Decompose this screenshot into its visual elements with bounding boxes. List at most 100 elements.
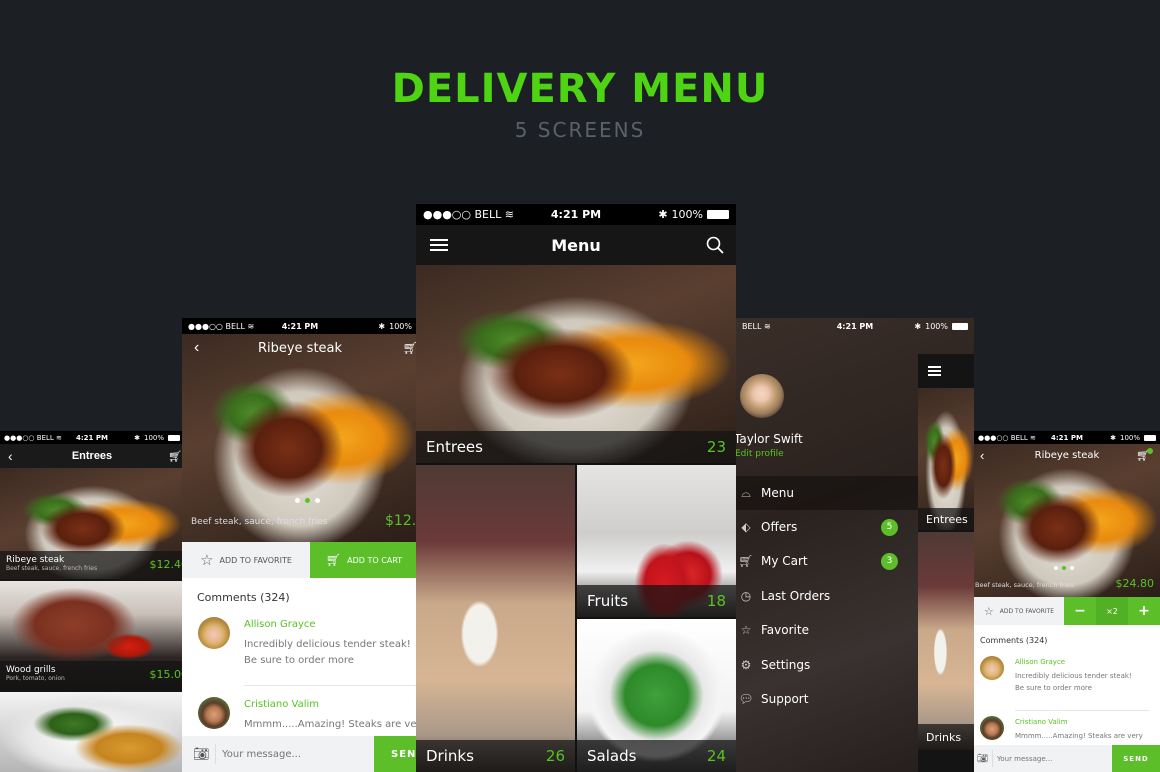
comment: Cristiano Valim Mmmm.....Amazing! Steaks… bbox=[182, 696, 418, 736]
category-entrees[interactable]: Entrees bbox=[918, 388, 974, 530]
category-salads[interactable]: Salads 24 bbox=[577, 619, 736, 772]
star-icon: ☆ bbox=[983, 604, 994, 618]
send-button[interactable]: SEND bbox=[1112, 745, 1160, 772]
send-button[interactable]: SEND bbox=[374, 736, 418, 772]
battery-icon bbox=[707, 210, 729, 219]
navbar: ‹ Entrees 🛒︎ bbox=[0, 444, 184, 468]
wifi-icon: ≋ bbox=[56, 433, 62, 442]
wifi-icon: ≋ bbox=[504, 208, 514, 221]
wifi-icon: ≋ bbox=[1030, 433, 1036, 442]
main-content-peek[interactable]: Entrees Drinks bbox=[918, 354, 974, 772]
cart-icon: 🛒︎ bbox=[325, 553, 342, 567]
comment-author[interactable]: Allison Grayce bbox=[244, 619, 316, 630]
comment-author[interactable]: Cristiano Valim bbox=[244, 699, 319, 710]
battery-icon bbox=[168, 434, 180, 441]
back-button[interactable]: ‹ bbox=[980, 444, 984, 466]
navbar: Menu bbox=[416, 225, 736, 265]
add-to-favorite-button[interactable]: ☆ ADD TO FAVORITE bbox=[182, 542, 310, 578]
add-to-favorite-button[interactable]: ☆ ADD TO FAVORITE bbox=[974, 597, 1064, 625]
category-name: Entrees bbox=[426, 438, 483, 456]
hamburger-icon bbox=[928, 366, 941, 376]
carousel-dot[interactable] bbox=[315, 498, 320, 503]
add-to-cart-button[interactable]: 🛒︎ ADD TO CART bbox=[310, 542, 418, 578]
carrier: ●●●○○ BELL ≋ bbox=[4, 433, 62, 442]
bluetooth-icon: ✱ bbox=[1110, 433, 1116, 442]
search-button[interactable] bbox=[706, 225, 724, 265]
food-item-image[interactable] bbox=[0, 692, 184, 772]
screen-detail-quantity: ●●●○○ BELL ≋ 4:21 PM ✱ 100% ‹ Ribeye stea… bbox=[974, 431, 1160, 772]
bluetooth-icon: ✱ bbox=[914, 321, 922, 331]
category-name: Drinks bbox=[926, 730, 962, 744]
comment: Allison Grayce Incredibly delicious tend… bbox=[182, 616, 418, 686]
carousel-dot[interactable] bbox=[295, 498, 300, 503]
category-name: Salads bbox=[587, 747, 637, 765]
category-count: 24 bbox=[706, 747, 726, 765]
food-item-ribeye[interactable]: Ribeye steak Beef steak, sauce, french f… bbox=[0, 468, 184, 579]
navbar: ‹ Ribeye steak 🛒︎ bbox=[974, 444, 1160, 466]
cart-button[interactable]: 🛒︎ bbox=[1136, 444, 1153, 466]
quantity-value: ×2 bbox=[1096, 597, 1128, 625]
item-description: Beef steak, sauce, french fries bbox=[191, 517, 328, 527]
comment-author[interactable]: Allison Grayce bbox=[1015, 658, 1065, 666]
navbar: ‹ Ribeye steak 🛒︎ bbox=[182, 334, 418, 362]
category-drinks[interactable]: Drinks 26 bbox=[416, 465, 575, 772]
chat-icon: 💬︎ bbox=[738, 692, 754, 706]
category-name: Fruits bbox=[587, 592, 629, 610]
hamburger-menu-button[interactable] bbox=[430, 225, 448, 265]
avatar[interactable] bbox=[198, 617, 230, 649]
camera-icon[interactable]: 📷︎ bbox=[977, 753, 988, 764]
comment-text: Mmmm.....Amazing! Steaks are very bbox=[244, 719, 418, 730]
avatar[interactable] bbox=[980, 716, 1004, 740]
message-input[interactable] bbox=[222, 748, 372, 760]
edit-profile-link[interactable]: Edit profile bbox=[736, 449, 784, 459]
category-count: 23 bbox=[706, 438, 726, 456]
comment-text: Incredibly delicious tender steak! bbox=[1015, 672, 1132, 680]
comment-text: Incredibly delicious tender steak! bbox=[244, 639, 411, 650]
gear-icon: ⚙ bbox=[740, 658, 752, 672]
category-count: 18 bbox=[706, 592, 726, 610]
category-fruits[interactable]: Fruits 18 bbox=[577, 465, 736, 617]
cart-button[interactable]: 🛒︎ bbox=[168, 444, 182, 468]
page-title: Entrees bbox=[71, 450, 113, 462]
carrier: ●●●○○ BELL ≋ bbox=[188, 321, 255, 331]
item-description: Beef steak, sauce, french fries bbox=[975, 581, 1074, 589]
hero-food-image: ‹ Ribeye steak 🛒︎ Beef steak, sauce, fre… bbox=[974, 444, 1160, 597]
carousel-dot-active[interactable] bbox=[1062, 566, 1066, 570]
increase-quantity-button[interactable]: + bbox=[1128, 597, 1160, 625]
message-input[interactable] bbox=[997, 754, 1107, 763]
showcase-canvas: DELIVERY MENU 5 SCREENS ●●●○○ BELL ≋ 4:2… bbox=[0, 0, 1160, 772]
status-bar: ●●●○○ BELL ≋ 4:21 PM ✱ 100% bbox=[182, 318, 418, 334]
back-button[interactable]: ‹ bbox=[8, 444, 13, 468]
item-price: $12.40 bbox=[385, 513, 418, 529]
hamburger-menu-button[interactable] bbox=[928, 364, 941, 378]
carousel-dot[interactable] bbox=[1054, 566, 1058, 570]
category-drinks[interactable]: Drinks bbox=[918, 532, 974, 750]
comments-title: Comments (324) bbox=[980, 636, 1048, 645]
category-count: 26 bbox=[545, 747, 565, 765]
status-bar: BELL ≋ 4:21 PM ✱ 100% bbox=[736, 318, 974, 334]
comment: Cristiano Valim Mmmm.....Amazing! Steaks… bbox=[974, 715, 1160, 745]
quantity-stepper[interactable]: − ×2 + bbox=[1064, 597, 1160, 625]
carousel-dot-active[interactable] bbox=[305, 498, 310, 503]
status-bar: ●●●○○ BELL ≋ 4:21 PM ✱ 100% bbox=[0, 431, 184, 444]
avatar[interactable] bbox=[980, 656, 1004, 680]
divider bbox=[244, 685, 418, 686]
hero-title: DELIVERY MENU bbox=[391, 66, 769, 112]
back-button[interactable]: ‹ bbox=[194, 334, 199, 362]
chevron-left-icon: ‹ bbox=[8, 448, 13, 464]
user-avatar[interactable] bbox=[740, 374, 784, 418]
food-item-wood-grills[interactable]: Wood grills Pork, tomato, onion $15.00 bbox=[0, 581, 184, 690]
battery-icon bbox=[952, 322, 968, 330]
avatar[interactable] bbox=[198, 697, 230, 729]
chevron-left-icon: ‹ bbox=[194, 339, 200, 356]
camera-icon[interactable]: 📷︎ bbox=[193, 746, 210, 762]
decrease-quantity-button[interactable]: − bbox=[1064, 597, 1096, 625]
comment-author[interactable]: Cristiano Valim bbox=[1015, 718, 1068, 726]
chevron-left-icon: ‹ bbox=[980, 447, 985, 463]
category-entrees[interactable]: Entrees 23 bbox=[416, 265, 736, 463]
offers-badge: 5 bbox=[881, 518, 898, 536]
screen-sidebar: BELL ≋ 4:21 PM ✱ 100% Taylor Swift Edit p… bbox=[736, 318, 974, 772]
divider bbox=[215, 744, 216, 764]
carousel-dot[interactable] bbox=[1070, 566, 1074, 570]
user-name: Taylor Swift bbox=[736, 432, 803, 446]
